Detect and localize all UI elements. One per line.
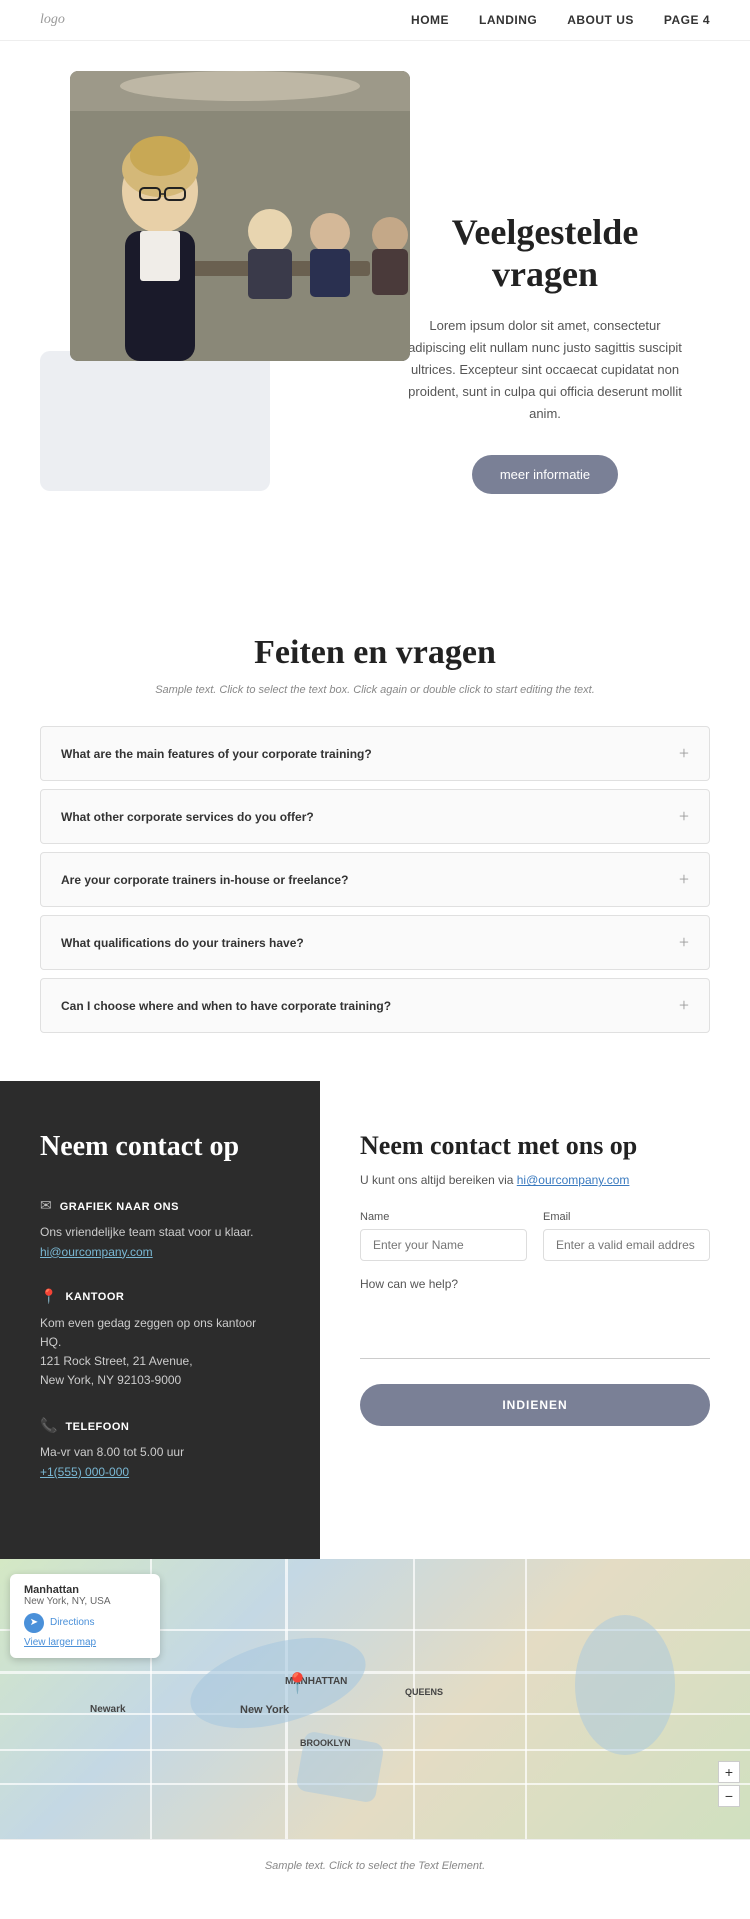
contact-section: Neem contact op ✉ GRAFIEK NAAR ONS Ons v… (0, 1081, 750, 1558)
page-footer: Sample text. Click to select the Text El… (0, 1839, 750, 1890)
faq-item[interactable]: What qualifications do your trainers hav… (40, 915, 710, 970)
faq-section: Feiten en vragen Sample text. Click to s… (0, 574, 750, 1081)
hero-more-info-button[interactable]: meer informatie (472, 455, 618, 494)
faq-question-2: What other corporate services do you off… (61, 810, 314, 824)
logo: logo (40, 12, 65, 28)
map-label-queens: QUEENS (405, 1687, 443, 1697)
navigation: logo HOME LANDING ABOUT US PAGE 4 (0, 0, 750, 41)
contact-office-label: KANTOOR (65, 1291, 124, 1303)
map-pin: 📍 (285, 1671, 310, 1696)
contact-item-office: 📍 KANTOOR Kom even gedag zeggen op ons k… (40, 1289, 280, 1391)
contact-office-text: Kom even gedag zeggen op ons kantoor HQ.… (40, 1314, 280, 1391)
faq-question-3: Are your corporate trainers in-house or … (61, 873, 348, 887)
faq-question-1: What are the main features of your corpo… (61, 747, 372, 761)
map-section: MANHATTAN New York Newark BROOKLYN QUEEN… (0, 1559, 750, 1839)
map-popup-subtitle: New York, NY, USA (24, 1596, 146, 1607)
nav-home[interactable]: HOME (411, 13, 449, 27)
footer-text: Sample text. Click to select the Text El… (265, 1860, 485, 1872)
map-label-newark: Newark (90, 1704, 126, 1715)
faq-question-5: Can I choose where and when to have corp… (61, 999, 391, 1013)
map-label-brooklyn: BROOKLYN (300, 1738, 351, 1748)
contact-phone-link[interactable]: +1(555) 000-000 (40, 1465, 129, 1479)
faq-item[interactable]: Are your corporate trainers in-house or … (40, 852, 710, 907)
how-textarea[interactable] (360, 1299, 710, 1359)
contact-left-title: Neem contact op (40, 1131, 280, 1163)
contact-form-subtitle: U kunt ons altijd bereiken via hi@ourcom… (360, 1173, 710, 1187)
hero-section: Veelgestelde vragen Lorem ipsum dolor si… (0, 41, 750, 574)
map-popup-title: Manhattan (24, 1584, 146, 1596)
view-larger-map-link[interactable]: View larger map (24, 1637, 146, 1648)
contact-form-title: Neem contact met ons op (360, 1131, 710, 1161)
faq-items: What are the main features of your corpo… (40, 726, 710, 1033)
faq-expand-icon-3: + (679, 869, 689, 890)
directions-icon: ➤ (24, 1613, 44, 1633)
how-label: How can we help? (360, 1277, 710, 1291)
email-input[interactable] (543, 1229, 710, 1261)
contact-right-panel: Neem contact met ons op U kunt ons altij… (320, 1081, 750, 1558)
faq-item[interactable]: What other corporate services do you off… (40, 789, 710, 844)
contact-email-text: Ons vriendelijke team staat voor u klaar… (40, 1223, 280, 1242)
contact-email-label: GRAFIEK NAAR ONS (60, 1201, 179, 1213)
name-label: Name (360, 1211, 527, 1223)
faq-item[interactable]: What are the main features of your corpo… (40, 726, 710, 781)
map-controls: + − (718, 1761, 740, 1809)
nav-landing[interactable]: LANDING (479, 13, 537, 27)
email-form-group: Email (543, 1211, 710, 1261)
contact-form-email-link[interactable]: hi@ourcompany.com (517, 1173, 630, 1187)
contact-item-email: ✉ GRAFIEK NAAR ONS Ons vriendelijke team… (40, 1198, 280, 1260)
hero-description: Lorem ipsum dolor sit amet, consectetur … (400, 315, 690, 425)
faq-expand-icon-4: + (679, 932, 689, 953)
faq-expand-icon-5: + (679, 995, 689, 1016)
nav-page4[interactable]: PAGE 4 (664, 13, 710, 27)
faq-expand-icon-1: + (679, 743, 689, 764)
contact-phone-label: TELEFOON (65, 1421, 129, 1433)
hero-title: Veelgestelde vragen (400, 211, 690, 295)
nav-about[interactable]: ABOUT US (567, 13, 634, 27)
nav-links: HOME LANDING ABOUT US PAGE 4 (411, 13, 710, 27)
name-form-group: Name (360, 1211, 527, 1261)
contact-email-link[interactable]: hi@ourcompany.com (40, 1245, 153, 1259)
name-input[interactable] (360, 1229, 527, 1261)
faq-expand-icon-2: + (679, 806, 689, 827)
email-label: Email (543, 1211, 710, 1223)
faq-question-4: What qualifications do your trainers hav… (61, 936, 304, 950)
contact-left-panel: Neem contact op ✉ GRAFIEK NAAR ONS Ons v… (0, 1081, 320, 1558)
hero-light-box (40, 351, 270, 491)
faq-item[interactable]: Can I choose where and when to have corp… (40, 978, 710, 1033)
submit-button[interactable]: INDIENEN (360, 1384, 710, 1426)
email-icon: ✉ (40, 1198, 52, 1215)
map-label-newyork: New York (240, 1704, 289, 1716)
directions-button[interactable]: Directions (50, 1617, 94, 1628)
faq-title: Feiten en vragen (40, 634, 710, 672)
location-icon: 📍 (40, 1289, 57, 1306)
zoom-out-button[interactable]: − (718, 1785, 740, 1807)
faq-subtitle: Sample text. Click to select the text bo… (40, 684, 710, 696)
contact-item-phone: 📞 TELEFOON Ma-vr van 8.00 tot 5.00 uur +… (40, 1418, 280, 1480)
contact-phone-text: Ma-vr van 8.00 tot 5.00 uur (40, 1443, 280, 1462)
map-popup: Manhattan New York, NY, USA ➤ Directions… (10, 1574, 160, 1658)
hero-photo (70, 71, 410, 361)
phone-icon: 📞 (40, 1418, 57, 1435)
zoom-in-button[interactable]: + (718, 1761, 740, 1783)
